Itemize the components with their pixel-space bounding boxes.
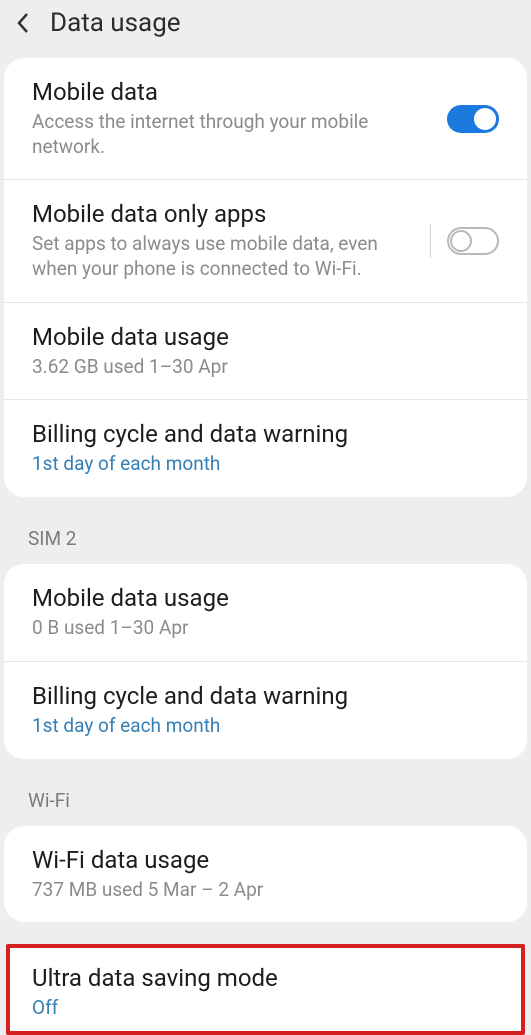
section-label-sim2: SIM 2 [0, 499, 531, 562]
sim2-usage-title: Mobile data usage [32, 584, 487, 612]
card-wifi: Wi-Fi data usage 737 MB used 5 Mar – 2 A… [4, 826, 527, 923]
row-mobile-data[interactable]: Mobile data Access the internet through … [4, 58, 527, 179]
wifi-usage-title: Wi-Fi data usage [32, 846, 487, 874]
sim2-usage-sub: 0 B used 1–30 Apr [32, 616, 487, 641]
ultra-title: Ultra data saving mode [32, 964, 487, 992]
section-label-wifi: Wi-Fi [0, 761, 531, 824]
back-icon[interactable] [14, 9, 32, 37]
usage-sub: 3.62 GB used 1–30 Apr [32, 355, 487, 380]
card-sim2: Mobile data usage 0 B used 1–30 Apr Bill… [4, 564, 527, 758]
billing-sub: 1st day of each month [32, 452, 487, 477]
row-billing-cycle[interactable]: Billing cycle and data warning 1st day o… [4, 399, 527, 497]
sim2-billing-title: Billing cycle and data warning [32, 682, 487, 710]
only-apps-toggle[interactable] [447, 227, 499, 255]
row-sim2-billing[interactable]: Billing cycle and data warning 1st day o… [4, 661, 527, 759]
card-sim1: Mobile data Access the internet through … [4, 58, 527, 497]
row-mobile-data-only-apps[interactable]: Mobile data only apps Set apps to always… [4, 179, 527, 301]
ultra-sub: Off [32, 996, 487, 1021]
mobile-data-sub: Access the internet through your mobile … [32, 110, 435, 159]
mobile-data-title: Mobile data [32, 78, 435, 106]
only-apps-title: Mobile data only apps [32, 200, 418, 228]
row-wifi-usage[interactable]: Wi-Fi data usage 737 MB used 5 Mar – 2 A… [4, 826, 527, 923]
mobile-data-toggle[interactable] [447, 105, 499, 133]
sim2-billing-sub: 1st day of each month [32, 714, 487, 739]
usage-title: Mobile data usage [32, 323, 487, 351]
row-sim2-usage[interactable]: Mobile data usage 0 B used 1–30 Apr [4, 564, 527, 661]
highlight-ultra-data-saving: Ultra data saving mode Off [6, 944, 525, 1035]
wifi-usage-sub: 737 MB used 5 Mar – 2 Apr [32, 878, 487, 903]
row-ultra-data-saving[interactable]: Ultra data saving mode Off [10, 948, 521, 1031]
only-apps-sub: Set apps to always use mobile data, even… [32, 232, 418, 281]
page-header: Data usage [0, 0, 531, 56]
row-mobile-data-usage[interactable]: Mobile data usage 3.62 GB used 1–30 Apr [4, 302, 527, 400]
billing-title: Billing cycle and data warning [32, 420, 487, 448]
divider [430, 224, 431, 258]
page-title: Data usage [50, 8, 181, 38]
